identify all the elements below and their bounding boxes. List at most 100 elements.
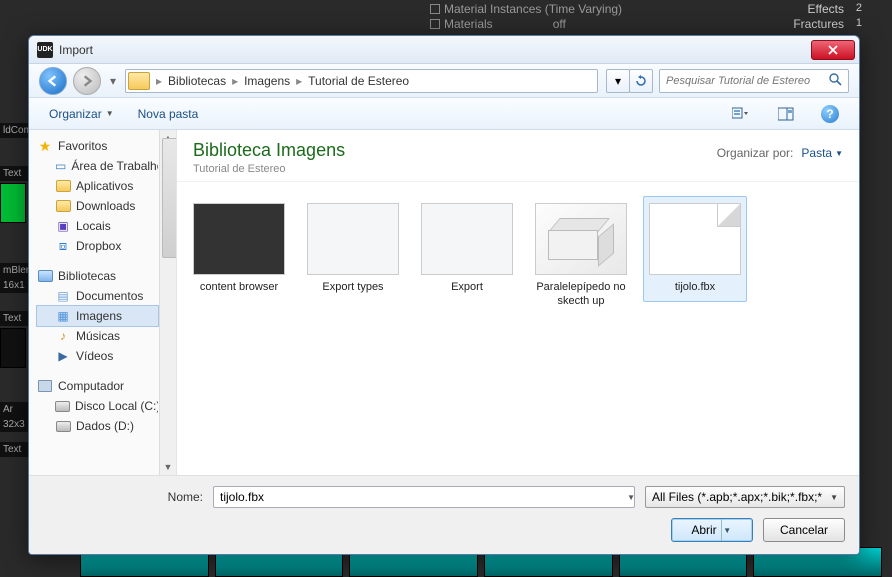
file-name: Paralelepípedo no skecth up: [532, 281, 630, 309]
dropbox-icon: ⧈: [55, 238, 71, 254]
import-dialog: UDK Import ▾ ▸ Bibliotecas ▸ Imagens ▸ T…: [28, 35, 860, 555]
close-icon: [828, 45, 838, 55]
computer-group[interactable]: Computador: [37, 376, 158, 396]
thumbnail: [649, 203, 741, 275]
drive-icon: [55, 401, 70, 412]
bg-item: Material Instances (Time Varying): [430, 2, 622, 16]
filename-label: Nome:: [43, 490, 203, 504]
open-button[interactable]: Abrir ▼: [671, 518, 753, 542]
box-icon: [548, 218, 614, 260]
arrange-label: Organizar por:: [717, 146, 794, 160]
sidebar-item-drive-d[interactable]: Dados (D:): [37, 416, 158, 436]
address-dropdown-button[interactable]: ▾: [606, 69, 630, 93]
bg-count: 1: [856, 17, 862, 29]
bg-label: Text: [0, 311, 28, 326]
organize-label: Organizar: [49, 107, 102, 121]
nav-back-button[interactable]: [39, 67, 67, 95]
filetype-dropdown[interactable]: All Files (*.apb;*.apx;*.bik;*.fbx;* ▼: [645, 486, 845, 508]
sidebar-item-apps[interactable]: Aplicativos: [37, 176, 158, 196]
open-split-dropdown[interactable]: ▼: [721, 519, 733, 541]
file-list[interactable]: content browser Export types Export Para…: [177, 182, 859, 475]
file-item[interactable]: Export types: [301, 196, 405, 302]
scroll-down-icon[interactable]: ▼: [160, 459, 176, 475]
bg-item: Effects: [808, 2, 844, 16]
nav-row: ▾ ▸ Bibliotecas ▸ Imagens ▸ Tutorial de …: [29, 64, 859, 98]
music-icon: ♪: [55, 328, 71, 344]
breadcrumb-item[interactable]: Bibliotecas: [166, 74, 228, 88]
nav-history-dropdown[interactable]: ▾: [107, 74, 119, 88]
bottom-panel: Nome: ▼ All Files (*.apb;*.apx;*.bik;*.f…: [29, 475, 859, 554]
file-item[interactable]: Paralelepípedo no skecth up: [529, 196, 633, 316]
places-icon: ▣: [55, 218, 71, 234]
bg-label: Ar: [0, 402, 28, 417]
close-button[interactable]: [811, 40, 855, 60]
search-input[interactable]: [666, 75, 825, 87]
new-folder-button[interactable]: Nova pasta: [138, 107, 199, 121]
refresh-icon: [635, 75, 647, 87]
help-icon: ?: [826, 107, 833, 121]
file-name: tijolo.fbx: [646, 281, 744, 295]
documents-icon: ▤: [55, 288, 71, 304]
sidebar-item-drive-c[interactable]: Disco Local (C:): [37, 396, 158, 416]
pictures-icon: ▦: [55, 308, 71, 324]
sidebar-item-images[interactable]: ▦Imagens: [37, 306, 158, 326]
file-item[interactable]: tijolo.fbx: [643, 196, 747, 302]
titlebar[interactable]: UDK Import: [29, 36, 859, 64]
view-options-button[interactable]: [729, 103, 751, 125]
library-icon: [38, 270, 53, 282]
sidebar-item-desktop[interactable]: ▭Área de Trabalho: [37, 156, 158, 176]
window-title: Import: [59, 43, 811, 57]
breadcrumb-item[interactable]: Imagens: [242, 74, 292, 88]
cancel-button[interactable]: Cancelar: [763, 518, 845, 542]
toolbar: Organizar▼ Nova pasta ?: [29, 98, 859, 130]
sidebar-item-locals[interactable]: ▣Locais: [37, 216, 158, 236]
preview-pane-button[interactable]: [775, 103, 797, 125]
folder-icon: [56, 200, 71, 212]
favorites-label: Favoritos: [58, 139, 107, 153]
sidebar-item-documents[interactable]: ▤Documentos: [37, 286, 158, 306]
nav-forward-button[interactable]: [73, 67, 101, 95]
filename-input[interactable]: [213, 486, 635, 508]
sidebar-item-dropbox[interactable]: ⧈Dropbox: [37, 236, 158, 256]
computer-icon: [38, 380, 52, 392]
file-item[interactable]: content browser: [187, 196, 291, 302]
help-button[interactable]: ?: [821, 105, 839, 123]
file-pane: Biblioteca Imagens Tutorial de Estereo O…: [177, 130, 859, 475]
bg-label: mBler: [0, 263, 28, 278]
thumbnail: [535, 203, 627, 275]
bg-label: 16x1: [0, 278, 28, 293]
organize-button[interactable]: Organizar▼: [49, 107, 114, 121]
sidebar-item-videos[interactable]: ▶Vídeos: [37, 346, 158, 366]
libraries-label: Bibliotecas: [58, 269, 116, 283]
bg-label: 32x3: [0, 417, 28, 432]
folder-icon: [128, 72, 150, 90]
libraries-group[interactable]: Bibliotecas: [37, 266, 158, 286]
bg-left-strip: ldCom Text mBler 16x1 Text Ar 32x3 Text: [0, 115, 28, 577]
arrange-dropdown[interactable]: Pasta ▼: [801, 146, 843, 160]
search-box[interactable]: [659, 69, 849, 93]
search-icon[interactable]: [829, 73, 842, 89]
new-folder-label: Nova pasta: [138, 107, 199, 121]
chevron-right-icon[interactable]: ▸: [296, 74, 302, 88]
chevron-right-icon[interactable]: ▸: [232, 74, 238, 88]
bg-thumb: [0, 328, 26, 368]
breadcrumb-item[interactable]: Tutorial de Estereo: [306, 74, 411, 88]
filetype-label: All Files (*.apb;*.apx;*.bik;*.fbx;*: [652, 490, 822, 504]
refresh-button[interactable]: [629, 69, 653, 93]
file-item[interactable]: Export: [415, 196, 519, 302]
favorites-group[interactable]: ★Favoritos: [37, 136, 158, 156]
address-bar[interactable]: ▸ Bibliotecas ▸ Imagens ▸ Tutorial de Es…: [125, 69, 598, 93]
file-name: content browser: [190, 281, 288, 295]
arrow-right-icon: [80, 74, 94, 88]
sidebar-item-music[interactable]: ♪Músicas: [37, 326, 158, 346]
bg-thumb: [0, 183, 26, 223]
library-title: Biblioteca Imagens: [193, 140, 345, 161]
sidebar-item-downloads[interactable]: Downloads: [37, 196, 158, 216]
thumbnail: [421, 203, 513, 275]
chevron-right-icon[interactable]: ▸: [156, 74, 162, 88]
scroll-thumb[interactable]: [162, 138, 177, 258]
folder-icon: [56, 180, 71, 192]
file-name: Export: [418, 281, 516, 295]
sidebar-scrollbar[interactable]: ▲ ▼: [159, 130, 176, 475]
desktop-icon: ▭: [55, 158, 66, 174]
